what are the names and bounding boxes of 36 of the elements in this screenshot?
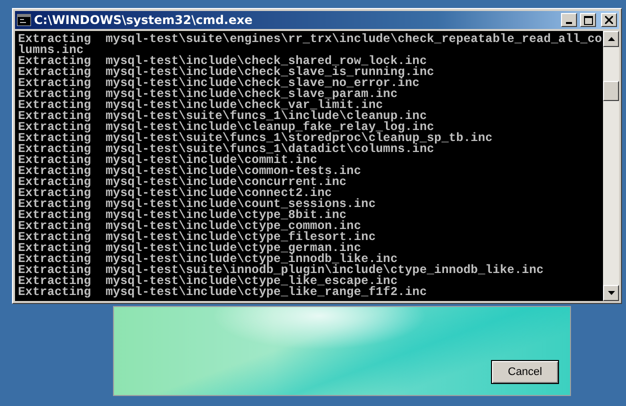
close-icon	[605, 16, 613, 24]
minimize-button[interactable]	[561, 13, 577, 27]
scroll-down-icon[interactable]	[603, 285, 619, 301]
console-line: Extracting mysql-test\include\check_slave_no_error.inc	[18, 78, 420, 89]
console-line: Extracting mysql-test\include\concurrent.inc	[18, 177, 347, 188]
console-line: Extracting mysql-test\include\ctype_8bit.inc	[18, 210, 347, 221]
scroll-thumb[interactable]	[603, 81, 619, 101]
console-line: Extracting mysql-test\include\check_slave_is_running.inc	[18, 67, 434, 78]
console-line: Extracting mysql-test\suite\funcs_1\include\cleanup.inc	[18, 111, 427, 122]
console-line: Extracting mysql-test\suite\innodb_plugin\include\ctype_innodb_like.inc	[18, 265, 544, 276]
window-title: C:\WINDOWS\system32\cmd.exe	[34, 13, 254, 27]
console-icon	[17, 14, 31, 26]
console-line: Extracting mysql-test\include\check_var_limit.inc	[18, 100, 384, 111]
console-line: Extracting mysql-test\include\check_slave_param.inc	[18, 89, 398, 100]
console-line: Extracting mysql-test\include\ctype_common.inc	[18, 221, 362, 232]
scrollbar[interactable]	[603, 31, 619, 301]
console-line: Extracting mysql-test\include\check_shared_row_lock.inc	[18, 56, 427, 67]
console-line: Extracting mysql-test\suite\funcs_1\storedproc\cleanup_sp_tb.inc	[18, 133, 493, 144]
cancel-button[interactable]: Cancel	[491, 360, 559, 384]
console-line: Extracting mysql-test\include\connect2.inc	[18, 188, 332, 199]
console-line: Extracting mysql-test\include\count_sessions.inc	[18, 199, 376, 210]
console-line: Extracting mysql-test\suite\funcs_1\datadict\columns.inc	[18, 144, 434, 155]
console-line: lumns.inc	[18, 45, 84, 56]
maximize-button[interactable]	[580, 13, 596, 27]
console-line: Extracting mysql-test\include\commit.inc	[18, 155, 318, 166]
console-line: Extracting mysql-test\suite\engines\rr_trx\include\check_repeatable_read_all_co	[18, 34, 602, 45]
maximize-icon	[584, 16, 592, 24]
console-line: Extracting mysql-test\include\common-tests.inc	[18, 166, 362, 177]
console-line: Extracting mysql-test\include\ctype_like_range_f1f2.inc	[18, 287, 427, 298]
console-line: Extracting mysql-test\include\ctype_like_escape.inc	[18, 276, 398, 287]
console-line: Extracting mysql-test\include\ctype_german.inc	[18, 243, 362, 254]
console-line: Extracting mysql-test\include\cleanup_fake_relay_log.inc	[18, 122, 434, 133]
console-line: Extracting mysql-test\include\ctype_filesort.inc	[18, 232, 376, 243]
scroll-up-icon[interactable]	[603, 31, 619, 47]
console-line: Extracting mysql-test\include\ctype_innodb_like.inc	[18, 254, 398, 265]
close-button[interactable]	[601, 13, 617, 27]
